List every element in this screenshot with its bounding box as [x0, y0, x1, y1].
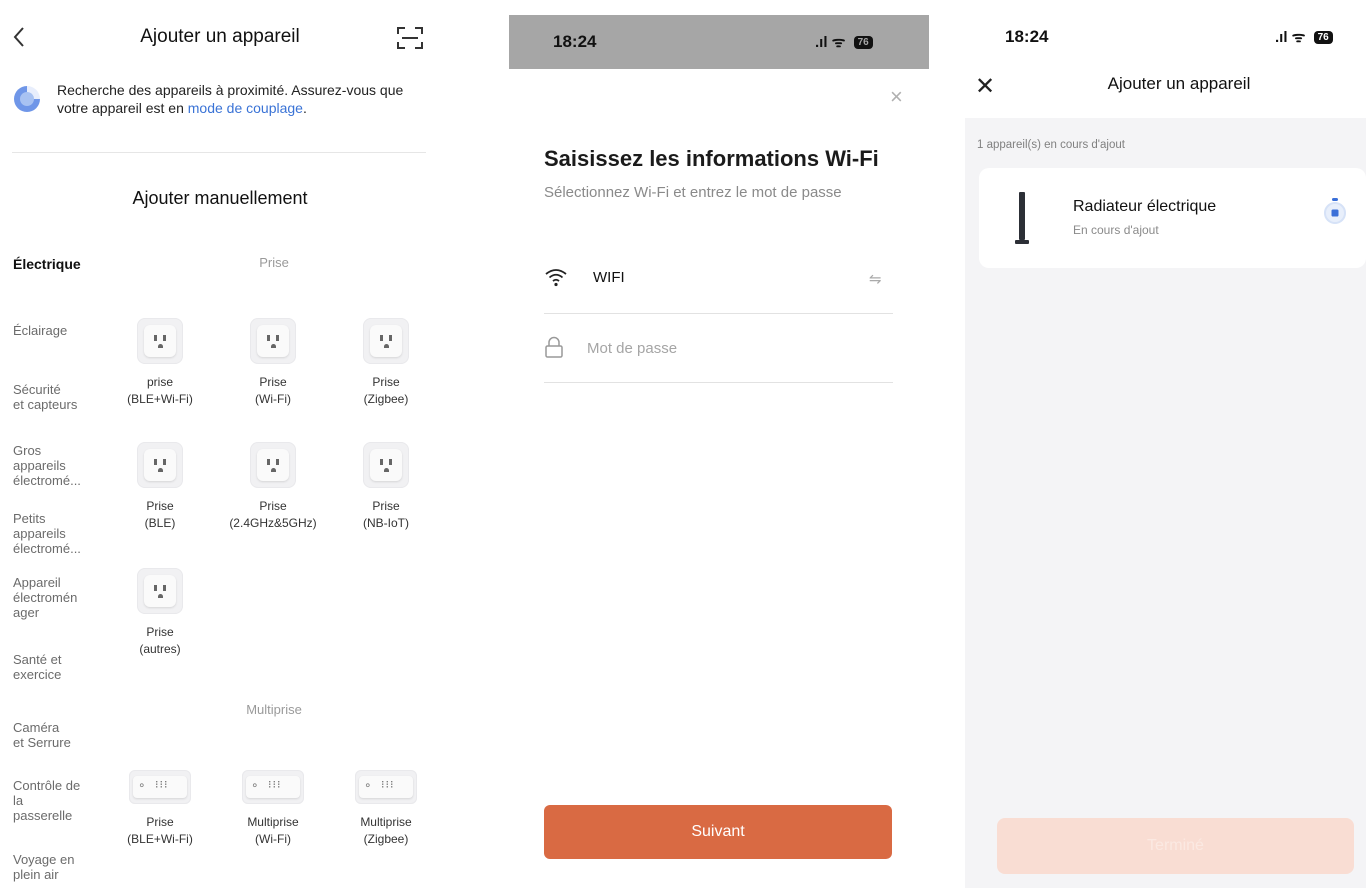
power-outlet-icon	[137, 442, 183, 488]
lock-icon	[545, 336, 563, 358]
notice-end: .	[302, 100, 307, 116]
power-outlet-icon	[137, 318, 183, 364]
category-item[interactable]: Voyage en plein air	[13, 852, 113, 882]
adding-progress-screen: 18:24 .ıl ᯤ 76 ✕ Ajouter un appareil 1 a…	[965, 0, 1366, 888]
battery-icon: 76	[1313, 31, 1333, 44]
section-label-prise: Prise	[259, 255, 289, 270]
section-label-multiprise: Multiprise	[246, 702, 302, 717]
device-tile[interactable]: Prise (2.4GHz&5GHz)	[218, 442, 328, 532]
header	[965, 0, 1366, 118]
category-item[interactable]: Contrôle de la passerelle	[13, 778, 113, 823]
category-item[interactable]: Gros appareils électromé...	[13, 443, 113, 488]
power-outlet-icon	[250, 442, 296, 488]
divider	[544, 313, 893, 314]
next-button[interactable]: Suivant	[544, 805, 892, 859]
device-label: prise (BLE+Wi-Fi)	[127, 375, 193, 406]
signal-icon: .ıl	[815, 34, 828, 51]
device-label: Prise (BLE+Wi-Fi)	[127, 815, 193, 846]
radiator-icon	[1015, 192, 1029, 244]
close-icon[interactable]: ×	[890, 84, 903, 110]
category-item[interactable]: Caméra et Serrure	[13, 720, 113, 750]
device-tile[interactable]: Multiprise (Wi-Fi)	[218, 770, 328, 848]
device-label: Multiprise (Wi-Fi)	[247, 815, 299, 846]
device-tile[interactable]: Prise (Zigbee)	[331, 318, 440, 408]
category-item[interactable]: Appareil électromén ager	[13, 575, 113, 620]
category-item[interactable]: Électrique	[13, 257, 113, 272]
status-time: 18:24	[1005, 27, 1049, 46]
category-item[interactable]: Santé et exercice	[13, 652, 113, 682]
device-status: En cours d'ajout	[1073, 223, 1159, 237]
device-label: Multiprise (Zigbee)	[360, 815, 412, 846]
battery-icon: 76	[853, 36, 873, 49]
wifi-icon	[545, 269, 567, 287]
pairing-mode-link[interactable]: mode de couplage	[188, 100, 303, 116]
page-title: Ajouter un appareil	[1107, 74, 1251, 93]
device-label: Prise (NB-IoT)	[363, 499, 409, 530]
loading-icon	[1324, 198, 1346, 224]
device-label: Prise (autres)	[139, 625, 181, 656]
divider	[544, 382, 893, 383]
power-outlet-icon	[363, 318, 409, 364]
power-strip-icon	[355, 770, 417, 804]
scan-icon[interactable]	[396, 26, 424, 50]
power-outlet-icon	[137, 568, 183, 614]
power-outlet-icon	[363, 442, 409, 488]
category-item[interactable]: Sécurité et capteurs	[13, 382, 113, 412]
search-notice: Recherche des appareils à proximité. Ass…	[57, 81, 427, 117]
wifi-status-icon: ᯤ	[1291, 29, 1306, 46]
device-card	[979, 168, 1366, 268]
category-item[interactable]: Petits appareils électromé...	[13, 511, 113, 556]
power-strip-icon	[129, 770, 191, 804]
device-tile[interactable]: Prise (autres)	[105, 568, 215, 658]
page-title: Ajouter un appareil	[140, 26, 300, 47]
divider	[12, 152, 426, 153]
wifi-setup-screen: 18:24 .ıl ᯤ 76 × Saisissez les informati…	[509, 0, 929, 888]
device-tile[interactable]: Prise (Wi-Fi)	[218, 318, 328, 408]
adding-count: 1 appareil(s) en cours d'ajout	[977, 139, 1125, 151]
wifi-status-icon: ᯤ	[831, 34, 846, 51]
done-button[interactable]: Terminé	[997, 818, 1354, 874]
device-tile[interactable]: Prise (NB-IoT)	[331, 442, 440, 532]
status-icons: .ıl ᯤ 76	[815, 32, 873, 52]
power-strip-icon	[242, 770, 304, 804]
signal-icon: .ıl	[1275, 29, 1288, 46]
device-tile[interactable]: Prise (BLE)	[105, 442, 215, 532]
status-time: 18:24	[553, 32, 597, 51]
device-tile[interactable]: Prise (BLE+Wi-Fi)	[105, 770, 215, 848]
page-title: Saisissez les informations Wi-Fi	[544, 146, 879, 171]
device-tile[interactable]: Multiprise (Zigbee)	[331, 770, 440, 848]
category-item[interactable]: Éclairage	[13, 323, 113, 338]
device-label: Prise (2.4GHz&5GHz)	[229, 499, 317, 530]
power-outlet-icon	[250, 318, 296, 364]
device-label: Prise (BLE)	[144, 499, 176, 530]
searching-spinner-icon	[14, 86, 40, 112]
add-device-screen: Ajouter un appareil Recherche des appare…	[0, 0, 440, 888]
password-field[interactable]	[587, 340, 867, 357]
device-label: Prise (Zigbee)	[363, 375, 409, 406]
device-tile[interactable]: prise (BLE+Wi-Fi)	[105, 318, 215, 408]
wifi-network-name[interactable]: WIFI	[593, 269, 625, 286]
status-icons: .ıl ᯤ 76	[1275, 27, 1333, 47]
section-heading: Ajouter manuellement	[132, 188, 308, 208]
device-name: Radiateur électrique	[1073, 198, 1217, 215]
switch-network-icon[interactable]: ⇋	[869, 270, 882, 288]
page-subtitle: Sélectionnez Wi-Fi et entrez le mot de p…	[544, 184, 842, 201]
device-label: Prise (Wi-Fi)	[255, 375, 291, 406]
